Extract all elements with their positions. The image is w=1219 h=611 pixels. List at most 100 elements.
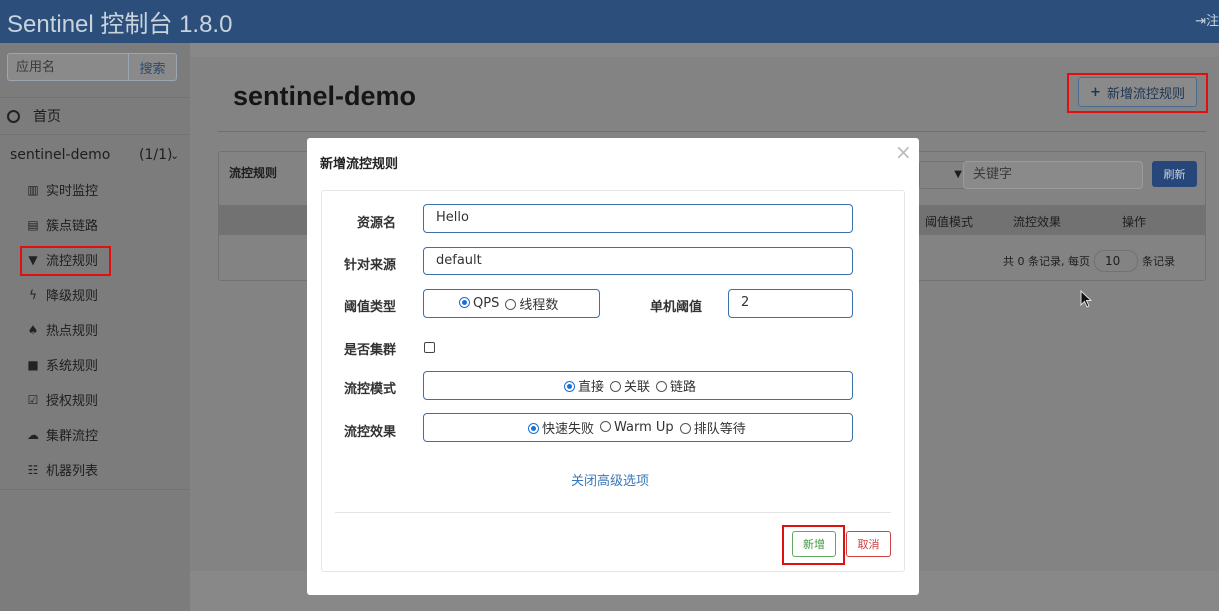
dashboard-icon xyxy=(7,109,20,123)
flow-mode-label: 流控模式 xyxy=(343,382,396,397)
flow-mode-radio-group: 直接 关联 链路 xyxy=(423,371,853,400)
fire-icon: ♠ xyxy=(27,322,39,337)
sidebar-app-toggle[interactable]: sentinel-demo (1/1) ⌄ xyxy=(0,135,190,175)
refresh-button[interactable]: 刷新 xyxy=(1152,161,1197,187)
title-divider xyxy=(218,131,1206,132)
footer-divider xyxy=(335,512,891,513)
toggle-advanced-options-link[interactable]: 关闭高级选项 xyxy=(571,470,649,489)
radio-label: QPS xyxy=(473,296,500,311)
sidebar-item-degrade-rules[interactable]: ϟ 降级规则 xyxy=(0,277,190,312)
sidebar-item-label: 热点规则 xyxy=(46,324,99,339)
radio-label: 快速失败 xyxy=(542,422,595,437)
dialog-form: 资源名 Hello 针对来源 default 阈值类型 QPS 线程数 单机阈值… xyxy=(321,190,905,572)
logout-label: 注 xyxy=(1205,14,1219,29)
resource-name-label: 资源名 xyxy=(356,216,396,231)
radio-label: 排队等待 xyxy=(693,422,746,437)
sidebar-item-label: 系统规则 xyxy=(46,359,99,374)
bar-chart-icon: ▥ xyxy=(27,182,39,197)
radio-option-thread-count[interactable]: 线程数 xyxy=(505,294,558,313)
pager-suffix: 条记录 xyxy=(1142,255,1175,268)
highlight-box-flow-rules xyxy=(20,246,111,276)
column-header: 流控效果 xyxy=(1013,215,1062,229)
sidebar-item-label: 集群流控 xyxy=(46,429,99,444)
radio-label: Warm Up xyxy=(614,420,674,435)
single-threshold-label: 单机阈值 xyxy=(649,300,702,315)
single-threshold-input[interactable]: 2 xyxy=(728,289,853,318)
app-search-input[interactable] xyxy=(7,53,129,81)
resource-name-input[interactable]: Hello xyxy=(423,204,853,233)
sidebar-item-system-rules[interactable]: ■ 系统规则 xyxy=(0,347,190,382)
top-navbar: Sentinel 控制台 1.8.0 ⇥注 xyxy=(0,0,1219,43)
app-title[interactable]: Sentinel 控制台 1.8.0 xyxy=(7,4,232,39)
cluster-mode-checkbox[interactable] xyxy=(424,342,435,353)
caret-down-icon: ▼ xyxy=(954,169,962,180)
sidebar-item-label: 授权规则 xyxy=(46,394,99,409)
cluster-mode-label: 是否集群 xyxy=(343,343,396,358)
panel-title: 流控规则 xyxy=(229,166,278,180)
logout-link[interactable]: ⇥注 xyxy=(1195,10,1219,29)
radio-option-direct[interactable]: 直接 xyxy=(564,376,604,395)
flash-icon: ϟ xyxy=(29,287,37,302)
highlight-box-confirm xyxy=(782,525,845,565)
add-flow-rule-dialog: 新增流控规则 × 资源名 Hello 针对来源 default 阈值类型 QPS… xyxy=(307,138,919,595)
radio-option-related[interactable]: 关联 xyxy=(610,376,650,395)
list-icon: ▤ xyxy=(27,217,39,232)
search-button[interactable]: 搜索 xyxy=(129,53,177,81)
sidebar-divider xyxy=(0,489,190,490)
radio-button[interactable] xyxy=(610,381,622,392)
page-title: sentinel-demo xyxy=(233,81,417,111)
sidebar-item-machine-list[interactable]: ☷ 机器列表 xyxy=(0,452,190,487)
sign-out-icon: ⇥ xyxy=(1195,14,1206,29)
sidebar-item-authority-rules[interactable]: ☑ 授权规则 xyxy=(0,382,190,417)
sidebar-item-home[interactable]: 首页 xyxy=(0,97,190,135)
sidebar-item-realtime-monitor[interactable]: ▥ 实时监控 xyxy=(0,172,190,207)
radio-button[interactable] xyxy=(505,299,517,310)
table-pager: 共 0 条记录, 每页 10 条记录 xyxy=(1003,250,1175,272)
threshold-type-label: 阈值类型 xyxy=(343,300,396,315)
dialog-title: 新增流控规则 xyxy=(320,157,399,172)
sidebar-item-hotspot-rules[interactable]: ♠ 热点规则 xyxy=(0,312,190,347)
mouse-cursor-icon xyxy=(1080,290,1092,308)
radio-option-qps[interactable]: QPS xyxy=(459,296,499,311)
sidebar-item-label: 首页 xyxy=(33,109,61,125)
app-machine-count: (1/1) xyxy=(139,147,173,163)
flow-effect-label: 流控效果 xyxy=(343,425,396,440)
page-size-input[interactable]: 10 xyxy=(1094,250,1138,272)
sidebar-item-label: 实时监控 xyxy=(46,184,99,199)
limit-origin-input[interactable]: default xyxy=(423,247,853,275)
close-icon[interactable]: × xyxy=(895,142,912,162)
radio-option-warm-up[interactable]: Warm Up xyxy=(600,420,674,435)
radio-button[interactable] xyxy=(656,381,668,392)
sidebar-item-label: 簇点链路 xyxy=(46,219,99,234)
radio-option-fail-fast[interactable]: 快速失败 xyxy=(528,418,594,437)
sidebar-item-label: 降级规则 xyxy=(46,289,99,304)
limit-origin-label: 针对来源 xyxy=(343,258,396,273)
radio-button[interactable] xyxy=(679,423,691,434)
sidebar: 搜索 首页 sentinel-demo (1/1) ⌄ ▥ 实时监控 ▤ 簇点链… xyxy=(0,43,190,611)
radio-button[interactable] xyxy=(528,423,539,434)
radio-option-chain[interactable]: 链路 xyxy=(656,376,696,395)
highlight-box-add-rule xyxy=(1067,73,1208,113)
sidebar-item-resource-chain[interactable]: ▤ 簇点链路 xyxy=(0,207,190,242)
sidebar-item-label: 机器列表 xyxy=(46,464,99,479)
check-circle-icon: ☑ xyxy=(27,392,39,407)
radio-button[interactable] xyxy=(600,421,612,432)
column-header: 阈值模式 xyxy=(925,215,974,229)
keyword-search-input[interactable]: 关键字 xyxy=(963,161,1143,189)
radio-label: 直接 xyxy=(578,380,605,395)
radio-button[interactable] xyxy=(459,297,470,308)
flow-effect-radio-group: 快速失败 Warm Up 排队等待 xyxy=(423,413,853,442)
radio-label: 关联 xyxy=(624,380,651,395)
chevron-down-icon: ⌄ xyxy=(170,148,180,162)
radio-button[interactable] xyxy=(564,381,575,392)
column-header: 操作 xyxy=(1122,215,1147,229)
radio-label: 线程数 xyxy=(519,298,559,313)
radio-label: 链路 xyxy=(670,380,697,395)
lock-icon: ■ xyxy=(27,357,39,372)
sidebar-item-cluster-flow[interactable]: ☁ 集群流控 xyxy=(0,417,190,452)
radio-option-queue[interactable]: 排队等待 xyxy=(679,418,746,437)
cancel-button[interactable]: 取消 xyxy=(846,531,891,557)
app-name: sentinel-demo xyxy=(10,147,111,163)
app-search: 搜索 xyxy=(7,53,177,81)
grid-list-icon: ☷ xyxy=(27,462,39,477)
